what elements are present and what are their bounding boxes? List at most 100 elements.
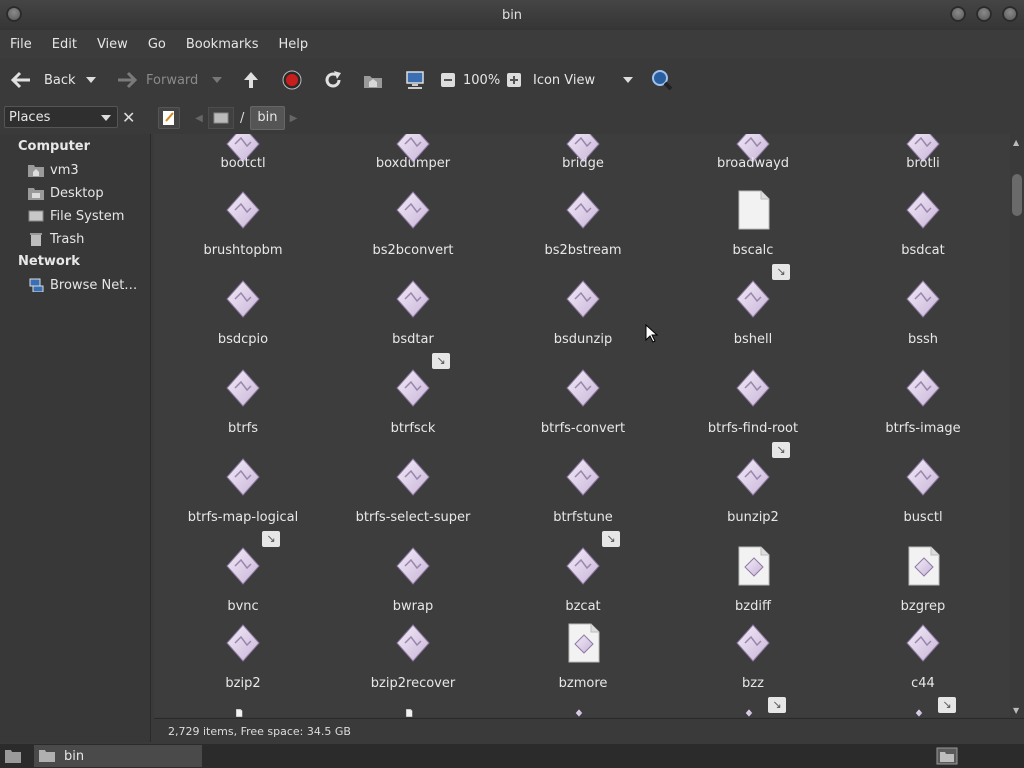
forward-history-dropdown[interactable] [212,64,222,96]
up-button[interactable] [240,64,262,96]
executable-icon [565,368,601,408]
file-item[interactable]: bsdcpio [158,279,328,359]
file-item[interactable]: bzdiff [668,546,838,626]
file-name: bunzip2 [727,510,779,525]
file-item[interactable]: ↘ btrfsck [328,353,498,448]
crumb-right-arrow-icon[interactable]: ▶ [285,113,303,124]
file-item[interactable]: btrfs-find-root [668,368,838,448]
crumb-current[interactable]: bin [250,106,285,130]
places-combo[interactable]: Places [4,106,118,128]
symlink-badge-icon: ↘ [938,697,956,713]
sidebar-item-file-system[interactable]: File System [28,206,124,226]
executable-icon [735,623,771,663]
close-button[interactable] [1002,6,1018,22]
minimize-button[interactable] [950,6,966,22]
file-name: bzcat [565,599,601,614]
executable-icon [905,368,941,408]
file-name: btrfs-image [885,421,961,436]
sidebar-item-label: Trash [50,231,85,247]
executable-icon [735,457,771,497]
computer-button[interactable] [404,64,426,96]
back-history-dropdown[interactable] [86,64,96,96]
file-item[interactable]: ↘ bunzip2 [668,442,838,537]
executable-icon [395,457,431,497]
file-item[interactable]: btrfs-select-super [328,457,498,537]
file-manager-launcher-icon[interactable] [4,748,22,764]
file-name: bs2bstream [544,243,622,258]
file-name: bzip2 [225,676,261,691]
taskbar: bin [0,744,1024,768]
file-item[interactable]: bzip2 [158,623,328,703]
file-name: busctl [903,510,943,525]
home-button[interactable] [362,64,384,96]
stop-button[interactable] [282,64,302,96]
file-item[interactable]: bzgrep [838,546,1008,626]
toggle-location-entry-button[interactable] [158,107,180,129]
sidebar-item-desktop[interactable]: Desktop [28,183,104,203]
sidebar-item-trash[interactable]: Trash [28,229,84,249]
file-item[interactable]: bssh [838,279,1008,359]
executable-icon [395,623,431,663]
crumb-root-button[interactable] [208,107,234,129]
menu-bookmarks[interactable]: Bookmarks [176,37,269,52]
places-combo-label: Places [9,109,51,125]
file-name: btrfs-find-root [707,421,799,436]
executable-icon [905,457,941,497]
file-item[interactable]: btrfs-map-logical [158,457,328,537]
executable-icon [905,623,941,663]
drive-icon [28,210,44,222]
close-sidebar-icon[interactable]: ✕ [122,108,135,127]
zoom-level: 100% [463,72,501,88]
file-item[interactable]: ↘ bshell [668,264,838,359]
crumb-left-arrow-icon[interactable]: ◀ [190,113,208,124]
sidebar-item-browse-network[interactable]: Browse Net… [28,275,137,295]
sidebar-item-vm3[interactable]: vm3 [28,160,79,180]
network-icon [29,278,44,292]
file-name: bs2bconvert [372,243,454,258]
tray-folder-icon[interactable] [936,747,958,765]
text-file-icon [735,190,771,230]
file-item[interactable]: bs2bconvert [328,190,498,270]
file-item[interactable]: ↘ bzcat [498,531,668,626]
window-menu-button[interactable] [6,6,22,22]
menu-view[interactable]: View [87,37,138,52]
file-item[interactable]: btrfs [158,368,328,448]
file-name: c44 [911,676,935,691]
view-mode-select[interactable]: Icon View [533,64,643,96]
file-item[interactable]: bsdtar [328,279,498,359]
scroll-down-arrow-icon[interactable]: ▼ [1013,706,1019,715]
maximize-button[interactable] [976,6,992,22]
menu-edit[interactable]: Edit [42,37,87,52]
file-item[interactable]: bzmore [498,623,668,703]
menu-go[interactable]: Go [138,37,176,52]
menu-help[interactable]: Help [268,37,318,52]
file-item[interactable]: bwrap [328,546,498,626]
window-title: bin [501,7,523,23]
vertical-scrollbar[interactable]: ▲ ▼ [1010,134,1024,717]
file-item[interactable]: btrfstune [498,457,668,537]
reload-button[interactable] [322,64,344,96]
menu-file[interactable]: File [0,37,42,52]
file-item[interactable]: ↘ bvnc [158,531,328,626]
search-button[interactable] [650,64,674,96]
file-item[interactable]: c44 [838,623,1008,703]
file-item[interactable]: bs2bstream [498,190,668,270]
scrollbar-thumb[interactable] [1012,174,1022,216]
scroll-up-arrow-icon[interactable]: ▲ [1013,138,1019,147]
forward-button[interactable]: Forward [114,64,198,96]
zoom-out-button[interactable] [440,64,456,96]
file-item[interactable]: bzz [668,623,838,703]
file-item[interactable]: bsdunzip [498,279,668,359]
file-item[interactable]: bsdcat [838,190,1008,270]
file-item[interactable]: bzip2recover [328,623,498,703]
zoom-in-button[interactable] [506,64,522,96]
back-button[interactable]: Back [10,64,76,96]
file-item[interactable]: brushtopbm [158,190,328,270]
executable-icon [735,368,771,408]
file-item[interactable]: bscalc [668,190,838,270]
file-item[interactable]: btrfs-convert [498,368,668,448]
partial-file-icon [561,709,597,717]
taskbar-window-bin[interactable]: bin [34,745,202,767]
file-item[interactable]: btrfs-image [838,368,1008,448]
file-item[interactable]: busctl [838,457,1008,537]
